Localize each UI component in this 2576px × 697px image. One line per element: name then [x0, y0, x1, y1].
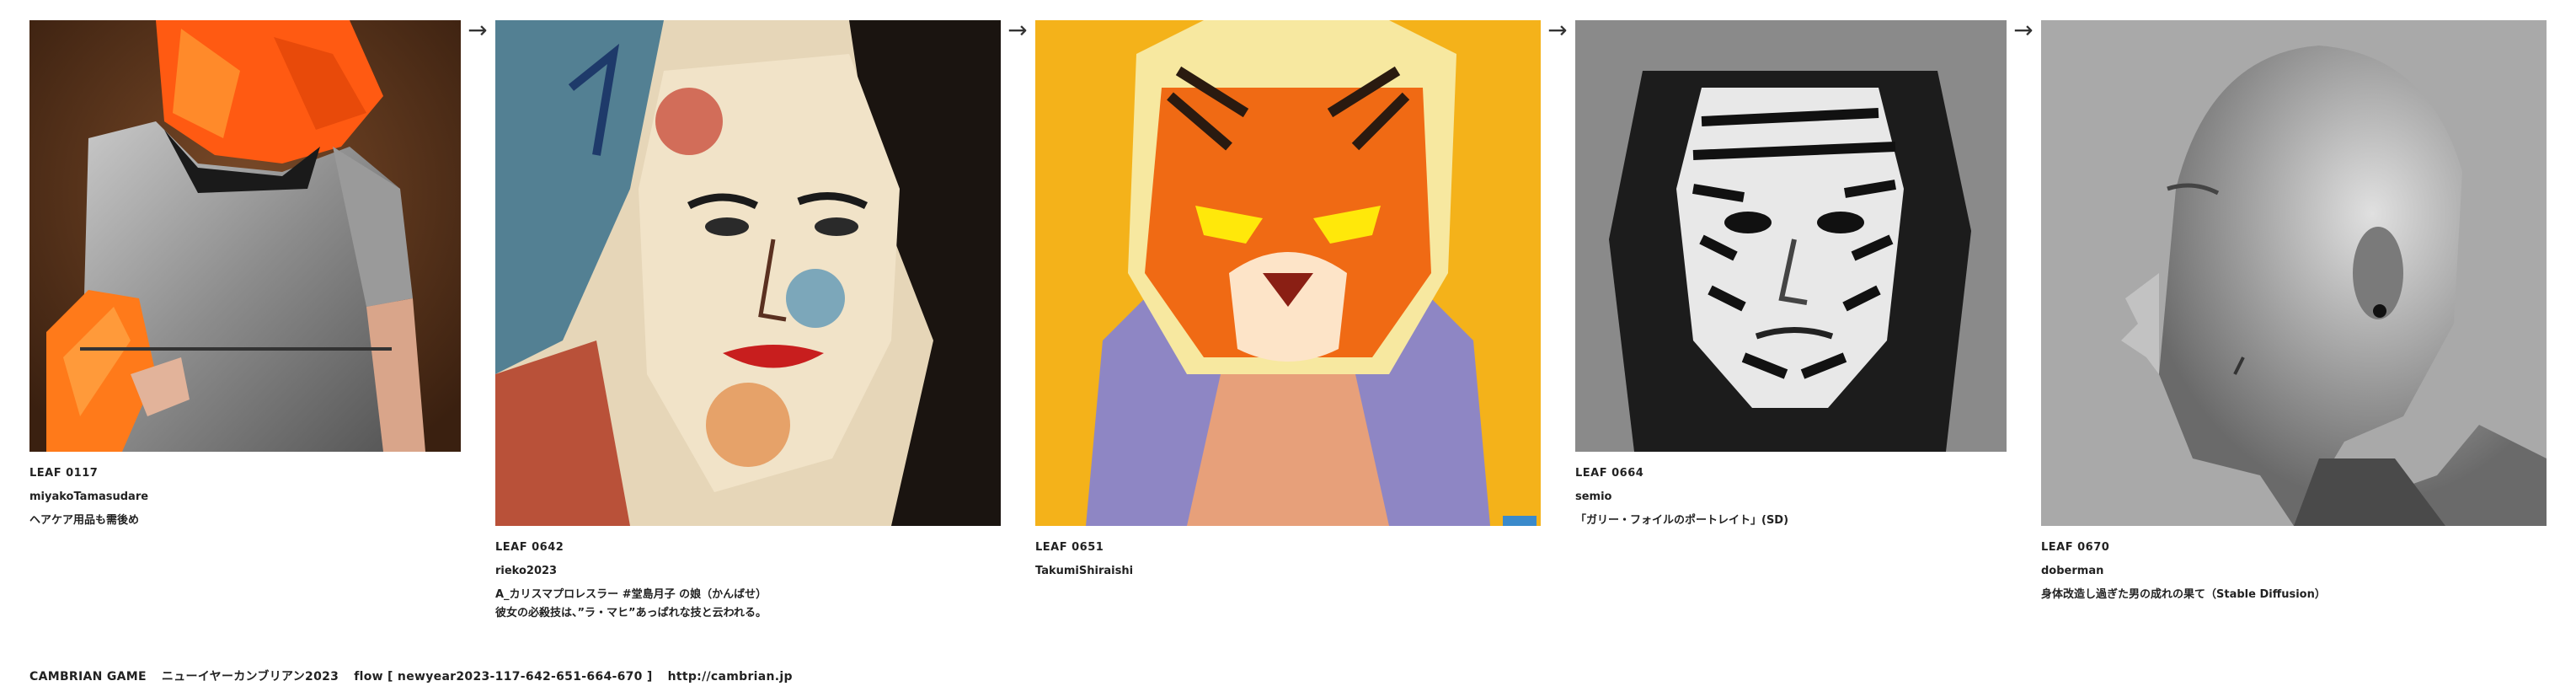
footer-brand: CAMBRIAN GAME — [29, 670, 147, 684]
leaf-title-line: A_カリスマプロレスラー #堂島月子 の娘（かんばせ） — [495, 588, 767, 601]
leaf-id: LEAF 0642 — [495, 541, 564, 554]
leaf-card: LEAF 0670 doberman 身体改造し過ぎた男の成れの果て（Stabl… — [2041, 20, 2547, 604]
leaf-id: LEAF 0651 — [1035, 541, 1104, 554]
leaf-id: LEAF 0670 — [2041, 541, 2110, 554]
leaf-image[interactable] — [1035, 20, 1541, 526]
leaf-card: LEAF 0664 semio 「ガリー・フォイルのポートレイト」(SD) — [1575, 20, 2007, 530]
leaf-card: LEAF 0117 miyakoTamasudare ヘアケア用品も需後め — [29, 20, 461, 530]
flow-arrow: → — [1007, 16, 1028, 44]
leaf-title: 身体改造し過ぎた男の成れの果て（Stable Diffusion） — [2041, 588, 2326, 601]
leaf-author[interactable]: TakumiShiraishi — [1035, 560, 1541, 583]
leaf-title: ヘアケア用品も需後め — [29, 514, 140, 527]
knight-carrots-image — [29, 20, 461, 452]
flow-arrow: → — [468, 16, 488, 44]
flow-arrow: → — [2013, 16, 2034, 44]
leaf-image[interactable] — [29, 20, 461, 452]
leaf-title: A_カリスマプロレスラー #堂島月子 の娘（かんばせ） 彼女の必殺技は、”ラ・マ… — [495, 586, 1001, 623]
leaf-title-line: 彼女の必殺技は、”ラ・マヒ”あっぱれな技と云われる。 — [495, 607, 767, 619]
leaf-author[interactable]: rieko2023 — [495, 560, 1001, 583]
leaf-card: LEAF 0642 rieko2023 A_カリスマプロレスラー #堂島月子 の… — [495, 20, 1001, 623]
leaf-id: LEAF 0664 — [1575, 467, 1644, 480]
tattooed-face-image — [1575, 20, 2007, 452]
leaf-id: LEAF 0117 — [29, 467, 99, 480]
leaf-author[interactable]: miyakoTamasudare — [29, 485, 461, 509]
leaf-image[interactable] — [1575, 20, 2007, 452]
page-footer: CAMBRIAN GAME ニューイヤーカンブリアン2023 flow [ newy… — [29, 668, 808, 684]
leaf-image[interactable] — [495, 20, 1001, 526]
painted-woman-image — [495, 20, 1001, 526]
footer-url-link[interactable]: http://cambrian.jp — [668, 670, 793, 684]
tiger-image — [1035, 20, 1541, 526]
leaf-image[interactable] — [2041, 20, 2547, 526]
leaf-title: 「ガリー・フォイルのポートレイト」(SD) — [1575, 514, 1789, 527]
leaf-author[interactable]: doberman — [2041, 560, 2547, 583]
footer-event: ニューイヤーカンブリアン2023 — [161, 670, 339, 684]
leaf-author[interactable]: semio — [1575, 485, 2007, 509]
leaf-card: LEAF 0651 TakumiShiraishi — [1035, 20, 1541, 583]
bald-man-image — [2041, 20, 2547, 526]
footer-flow: flow [ newyear2023-117-642-651-664-670 ] — [354, 670, 653, 684]
flow-arrow: → — [1547, 16, 1568, 44]
